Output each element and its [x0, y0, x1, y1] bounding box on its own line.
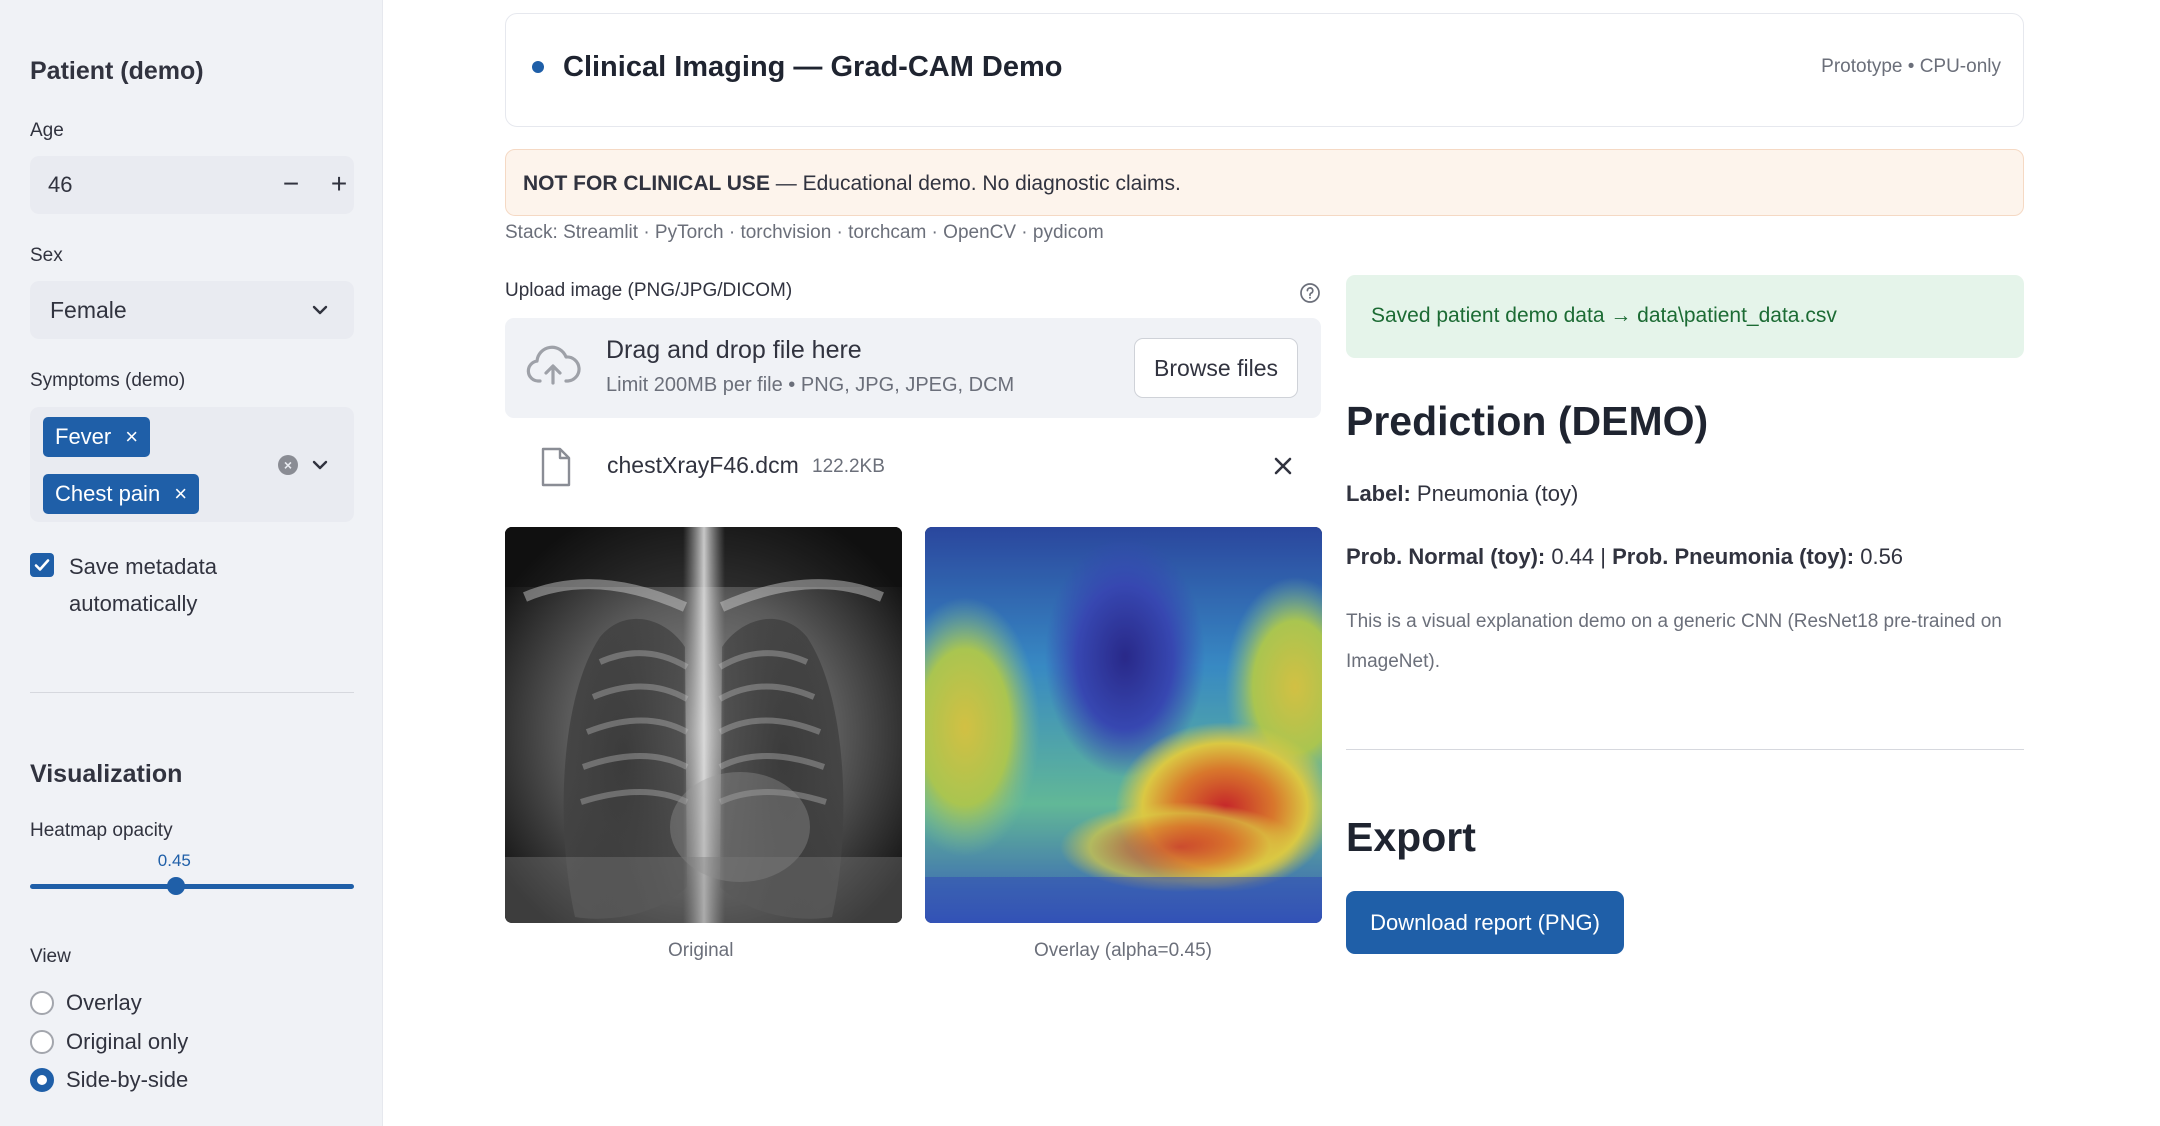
- sidebar: Patient (demo) Age 46 − + Sex Female Sym…: [0, 0, 383, 1126]
- chevron-down-icon[interactable]: [308, 453, 332, 477]
- save-metadata-label-line2: automatically: [69, 591, 198, 616]
- overlay-caption: Overlay (alpha=0.45): [1034, 940, 1212, 961]
- opacity-slider-thumb[interactable]: [166, 877, 185, 895]
- prob-normal-value: 0.44 |: [1545, 544, 1613, 569]
- symptom-tag-fever[interactable]: Fever ×: [43, 417, 151, 457]
- help-icon[interactable]: [1299, 282, 1321, 304]
- cloud-upload-icon: [526, 345, 581, 385]
- gradcam-overlay-image: [925, 527, 1322, 923]
- symptom-tag-chest-pain[interactable]: Chest pain ×: [43, 474, 200, 514]
- sex-label: Sex: [30, 245, 63, 266]
- remove-tag-icon[interactable]: ×: [174, 474, 187, 514]
- check-icon: [34, 559, 50, 571]
- prediction-heading: Prediction (DEMO): [1346, 398, 1709, 444]
- download-report-button[interactable]: Download report (PNG): [1346, 891, 1624, 954]
- prob-pneumonia-value: 0.56: [1854, 544, 1904, 569]
- stack-caption: Stack: Streamlit · PyTorch · torchvision…: [505, 222, 1104, 243]
- view-option-label[interactable]: Side-by-side: [66, 1067, 188, 1093]
- file-dropzone[interactable]: Drag and drop file here Limit 200MB per …: [505, 318, 1321, 418]
- view-radio-original-only[interactable]: [30, 1030, 54, 1054]
- prob-pneumonia-key: Prob. Pneumonia (toy):: [1612, 544, 1855, 569]
- view-radio-overlay[interactable]: [30, 991, 54, 1015]
- success-alert: Saved patient demo data → data\patient_d…: [1346, 275, 2024, 358]
- dropzone-limit: Limit 200MB per file • PNG, JPG, JPEG, D…: [606, 374, 1015, 396]
- heatmap-opacity-label: Heatmap opacity: [30, 820, 173, 841]
- heatmap-graphic: [925, 527, 1322, 923]
- section-divider: [1346, 749, 2024, 750]
- sex-selected-value: Female: [50, 297, 127, 323]
- save-metadata-label[interactable]: Save metadata automatically: [69, 548, 217, 622]
- prob-normal-key: Prob. Normal (toy):: [1346, 544, 1546, 569]
- chevron-down-icon[interactable]: [308, 298, 332, 322]
- success-text: Saved patient demo data → data\patient_d…: [1371, 304, 1837, 327]
- warning-rest: — Educational demo. No diagnostic claims…: [769, 172, 1181, 195]
- visualization-section-title: Visualization: [30, 760, 183, 788]
- save-metadata-checkbox[interactable]: [30, 553, 54, 577]
- opacity-slider-track[interactable]: [30, 884, 354, 889]
- xray-graphic: [505, 527, 902, 923]
- symptoms-multiselect[interactable]: Fever × Chest pain × ×: [30, 407, 354, 522]
- export-heading: Export: [1346, 814, 1476, 860]
- original-xray-image: [505, 527, 902, 923]
- save-metadata-label-line1: Save metadata: [69, 554, 217, 579]
- sex-select[interactable]: Female: [30, 281, 354, 339]
- original-caption: Original: [668, 940, 734, 961]
- warning-text: NOT FOR CLINICAL USE — Educational demo.…: [523, 172, 1181, 196]
- header-meta: Prototype • CPU-only: [1821, 56, 2001, 77]
- view-label: View: [30, 946, 71, 967]
- patient-section-title: Patient (demo): [30, 57, 204, 85]
- upload-label: Upload image (PNG/JPG/DICOM): [505, 280, 793, 301]
- age-number-input[interactable]: 46 − +: [30, 156, 354, 214]
- browse-files-button[interactable]: Browse files: [1134, 338, 1298, 398]
- page-title: Clinical Imaging — Grad-CAM Demo: [563, 51, 1063, 83]
- prediction-label-line: Label: Pneumonia (toy): [1346, 481, 1578, 507]
- header-card: Clinical Imaging — Grad-CAM Demo Prototy…: [505, 13, 2024, 127]
- symptoms-label: Symptoms (demo): [30, 370, 186, 391]
- symptom-tag-label: Fever: [55, 424, 112, 449]
- clear-all-icon[interactable]: ×: [278, 455, 298, 475]
- warning-banner: NOT FOR CLINICAL USE — Educational demo.…: [505, 149, 2024, 216]
- age-value[interactable]: 46: [48, 172, 72, 198]
- warning-bold: NOT FOR CLINICAL USE: [523, 172, 770, 195]
- dropzone-instructions: Drag and drop file here: [606, 336, 862, 364]
- probability-line: Prob. Normal (toy): 0.44 | Prob. Pneumon…: [1346, 544, 1903, 570]
- view-option-label[interactable]: Overlay: [66, 990, 142, 1016]
- uploaded-file-name: chestXrayF46.dcm: [607, 452, 799, 478]
- close-icon[interactable]: [1268, 451, 1298, 481]
- age-label: Age: [30, 120, 64, 141]
- remove-tag-icon[interactable]: ×: [125, 417, 138, 457]
- age-decrement-button[interactable]: −: [272, 166, 310, 204]
- view-radio-side-by-side[interactable]: [30, 1068, 54, 1092]
- status-dot-icon: [532, 61, 544, 73]
- age-increment-button[interactable]: +: [320, 166, 358, 204]
- opacity-slider-value: 0.45: [157, 851, 191, 870]
- file-icon: [541, 447, 571, 487]
- label-value: Pneumonia (toy): [1410, 481, 1579, 506]
- symptom-tag-label: Chest pain: [55, 481, 161, 506]
- prediction-note: This is a visual explanation demo on a g…: [1346, 611, 2002, 672]
- sidebar-divider: [30, 692, 354, 693]
- label-key: Label:: [1346, 481, 1411, 506]
- uploaded-file-size: 122.2KB: [812, 456, 885, 477]
- view-option-label[interactable]: Original only: [66, 1029, 188, 1055]
